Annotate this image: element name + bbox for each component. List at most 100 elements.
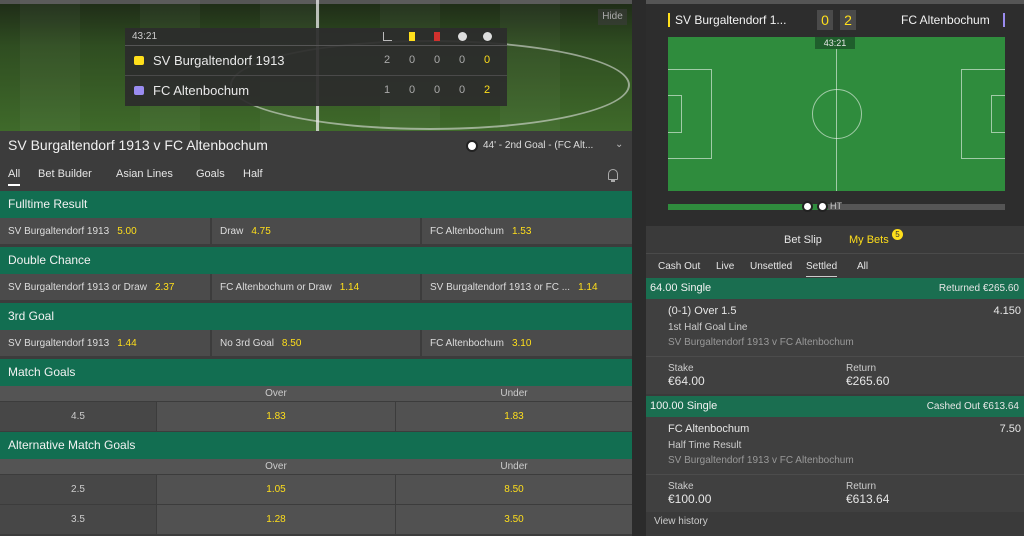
hide-video-button[interactable]: Hide (598, 9, 627, 25)
under-odds[interactable]: 8.50 (396, 475, 632, 504)
market-header-3rd-goal[interactable]: 3rd Goal (0, 303, 632, 330)
pitch-graphic (668, 37, 1005, 191)
stake-value: €100.00 (668, 492, 712, 506)
over-odds[interactable]: 1.05 (157, 475, 395, 504)
view-history-link[interactable]: View history (654, 516, 708, 527)
market-header-alternative-match-goals[interactable]: Alternative Match Goals (0, 432, 632, 459)
selection-odds: 1.44 (117, 338, 137, 349)
selection-away-or-draw[interactable]: FC Altenbochum or Draw 1.14 (212, 274, 420, 300)
filter-cash-out[interactable]: Cash Out (658, 261, 700, 272)
half-time-marker: HT (830, 201, 842, 211)
selection-away[interactable]: FC Altenbochum 3.10 (422, 330, 632, 356)
tab-all[interactable]: All (8, 168, 21, 186)
goal-ball-icon (802, 201, 813, 212)
match-clock: 43:21 (132, 31, 158, 42)
scoreboard: 43:21 SV Burgaltendorf 1913 2 0 0 0 0 FC… (125, 28, 507, 106)
selection-name: SV Burgaltendorf 1913 or FC ... (430, 282, 571, 293)
over-under-header: Over Under (0, 459, 632, 474)
market-header-fulltime-result[interactable]: Fulltime Result (0, 191, 632, 218)
selection-name: SV Burgaltendorf 1913 (8, 338, 110, 349)
selection-draw[interactable]: Draw 4.75 (212, 218, 420, 244)
tab-goals[interactable]: Goals (196, 168, 225, 180)
bell-icon[interactable] (608, 169, 618, 182)
selection-name: SV Burgaltendorf 1913 (8, 226, 110, 237)
return-value: €265.60 (846, 374, 890, 388)
center-circle-line (812, 89, 862, 139)
selection-odds: 2.37 (154, 282, 175, 293)
bet-card[interactable]: 64.00 Single Returned €265.60 (0-1) Over… (646, 278, 1024, 394)
bet-odds: 4.150 (993, 305, 1021, 317)
tracker-home-team: SV Burgaltendorf 1... (675, 13, 787, 27)
selection-odds: 3.10 (511, 338, 532, 349)
bet-selection: (0-1) Over 1.5 (668, 305, 737, 317)
live-video[interactable]: Hide 43:21 SV Burgaltendorf 1913 2 0 0 0… (0, 0, 632, 131)
selection-home-or-away[interactable]: SV Burgaltendorf 1913 or FC ... 1.14 (422, 274, 632, 300)
red-card-icon (434, 32, 440, 41)
market-header-double-chance[interactable]: Double Chance (0, 247, 632, 274)
last-event-selector[interactable]: 44' - 2nd Goal - (FC Alt... (483, 140, 613, 151)
yellow-card-icon (409, 32, 415, 41)
stat-goals: 0 (483, 54, 491, 66)
tab-half[interactable]: Half (243, 168, 263, 180)
bet-selection: FC Altenbochum (668, 423, 750, 435)
bet-card-header: 100.00 Single Cashed Out €613.64 (646, 396, 1024, 417)
over-odds[interactable]: 1.28 (157, 505, 395, 534)
left-goal-box (668, 95, 682, 133)
selection-name: SV Burgaltendorf 1913 or Draw (8, 282, 147, 293)
market-tabs: All Bet Builder Asian Lines Goals Half (0, 160, 632, 190)
scoreboard-team-name: FC Altenbochum (153, 83, 250, 98)
bet-card[interactable]: 100.00 Single Cashed Out €613.64 FC Alte… (646, 396, 1024, 512)
filter-unsettled[interactable]: Unsettled (750, 261, 792, 272)
bet-market: 1st Half Goal Line (668, 322, 748, 333)
chevron-down-icon[interactable]: ⌄ (615, 139, 623, 150)
tracker-clock: 43:21 (815, 37, 855, 49)
over-odds[interactable]: 1.83 (157, 402, 395, 431)
bet-filters: Cash Out Live Unsettled Settled All (646, 254, 1024, 278)
scoreboard-team-name: SV Burgaltendorf 1913 (153, 53, 285, 68)
selection-odds: 4.75 (251, 226, 271, 237)
selection-name: FC Altenbochum (430, 226, 504, 237)
bet-event: SV Burgaltendorf 1913 v FC Altenbochum (668, 455, 854, 466)
tab-asian-lines[interactable]: Asian Lines (116, 168, 173, 180)
selection-odds: 5.00 (117, 226, 137, 237)
under-odds[interactable]: 1.83 (396, 402, 632, 431)
stat-red-cards: 0 (433, 54, 441, 66)
selection-home[interactable]: SV Burgaltendorf 1913 1.44 (0, 330, 210, 356)
tab-my-bets[interactable]: My Bets (849, 234, 889, 246)
betslip-tabs: Bet Slip My Bets 5 (646, 226, 1024, 254)
stake-label: Stake (668, 481, 694, 492)
selection-away[interactable]: FC Altenbochum 1.53 (422, 218, 632, 244)
pitch-stripe (20, 0, 80, 131)
stat-yellow-cards: 0 (408, 84, 416, 96)
goal-ball-icon (483, 32, 492, 41)
return-label: Return (846, 481, 877, 492)
tab-bet-builder[interactable]: Bet Builder (38, 168, 92, 180)
bet-status: Cashed Out €613.64 (926, 401, 1019, 412)
goal-line: 2.5 (0, 475, 156, 504)
stake-label: Stake (668, 363, 694, 374)
selection-home[interactable]: SV Burgaltendorf 1913 5.00 (0, 218, 210, 244)
away-shirt-icon (134, 86, 144, 95)
market-header-match-goals[interactable]: Match Goals (0, 359, 632, 386)
filter-settled[interactable]: Settled (806, 261, 838, 277)
scoreboard-row-home: SV Burgaltendorf 1913 2 0 0 0 0 (125, 46, 507, 76)
side-panel: SV Burgaltendorf 1... 0 2 FC Altenbochum… (646, 0, 1024, 536)
selection-home-or-draw[interactable]: SV Burgaltendorf 1913 or Draw 2.37 (0, 274, 210, 300)
goal-ball-icon (817, 201, 828, 212)
stat-yellow-cards: 0 (408, 54, 416, 66)
tab-bet-slip[interactable]: Bet Slip (784, 234, 822, 246)
stat-corners: 2 (383, 54, 391, 66)
selection-odds: 1.14 (339, 282, 360, 293)
selection-no-goal[interactable]: No 3rd Goal 8.50 (212, 330, 420, 356)
home-color-bar (668, 13, 670, 27)
filter-all[interactable]: All (857, 261, 868, 272)
over-under-header: Over Under (0, 386, 632, 401)
bet-status: Returned €265.60 (938, 283, 1019, 294)
selection-name: Draw (220, 226, 244, 237)
over-column-label: Over (265, 388, 287, 399)
match-title: SV Burgaltendorf 1913 v FC Altenbochum (8, 137, 268, 153)
scoreboard-row-away: FC Altenbochum 1 0 0 0 2 (125, 76, 507, 106)
filter-live[interactable]: Live (716, 261, 734, 272)
under-odds[interactable]: 3.50 (396, 505, 632, 534)
bet-odds: 7.50 (999, 423, 1021, 435)
